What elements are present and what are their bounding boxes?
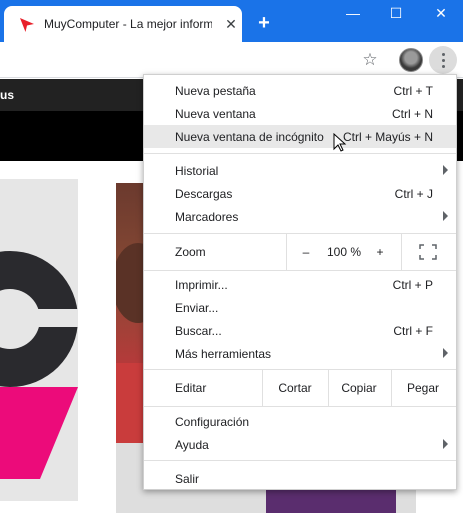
menu-divider [286, 233, 287, 270]
menu-divider [144, 460, 456, 461]
zoom-out-button[interactable]: – [299, 245, 313, 259]
zoom-value: 100 % [326, 245, 362, 259]
menu-item-new-incognito-window[interactable]: Nueva ventana de incógnito Ctrl + Mayús … [144, 125, 456, 148]
menu-divider [144, 369, 456, 370]
chrome-main-menu: Nueva pestaña Ctrl + T Nueva ventana Ctr… [143, 74, 457, 490]
menu-item-help[interactable]: Ayuda [144, 433, 456, 456]
fullscreen-icon[interactable] [419, 244, 437, 260]
menu-divider [391, 369, 392, 406]
profile-avatar[interactable] [399, 48, 423, 72]
menu-divider [144, 153, 456, 154]
menu-divider [262, 369, 263, 406]
site-nav-text[interactable]: us [0, 88, 14, 102]
menu-item-bookmarks[interactable]: Marcadores [144, 205, 456, 228]
copy-button[interactable]: Copiar [328, 381, 390, 395]
tab-title: MuyComputer - La mejor inform [44, 17, 212, 31]
menu-item-new-window[interactable]: Nueva ventana Ctrl + N [144, 102, 456, 125]
submenu-arrow-icon [443, 165, 448, 175]
new-tab-button[interactable]: + [254, 13, 274, 33]
submenu-arrow-icon [443, 348, 448, 358]
tab-close-icon[interactable]: ✕ [223, 16, 239, 32]
menu-item-settings[interactable]: Configuración [144, 410, 456, 433]
submenu-arrow-icon [443, 211, 448, 221]
menu-divider [401, 233, 402, 270]
zoom-label: Zoom [175, 245, 206, 259]
menu-zoom-row: Zoom – 100 % + [144, 239, 456, 264]
menu-divider [328, 369, 329, 406]
minimize-button[interactable]: — [338, 3, 368, 23]
cut-button[interactable]: Cortar [262, 381, 328, 395]
menu-divider [144, 406, 456, 407]
menu-dot-icon [441, 52, 445, 56]
mouse-cursor-icon [333, 133, 347, 152]
title-bar: MuyComputer - La mejor inform ✕ + — ☐ ✕ [0, 0, 463, 42]
bookmark-star-icon[interactable]: ☆ [360, 50, 380, 70]
logo-graphic [0, 251, 78, 479]
close-window-button[interactable]: ✕ [426, 3, 456, 23]
menu-item-send[interactable]: Enviar... [144, 296, 456, 319]
submenu-arrow-icon [443, 439, 448, 449]
menu-item-history[interactable]: Historial [144, 159, 456, 182]
menu-dot-icon [441, 64, 445, 68]
browser-toolbar: ☆ [0, 42, 463, 78]
zoom-in-button[interactable]: + [373, 245, 387, 259]
muycomputer-favicon-icon [20, 18, 34, 32]
menu-item-more-tools[interactable]: Más herramientas [144, 342, 456, 365]
edit-label: Editar [175, 381, 207, 395]
menu-item-find[interactable]: Buscar... Ctrl + F [144, 319, 456, 342]
three-dot-menu-button[interactable] [429, 46, 457, 74]
menu-divider [144, 233, 456, 234]
paste-button[interactable]: Pegar [391, 381, 455, 395]
article-image-left[interactable] [0, 179, 78, 501]
menu-item-exit[interactable]: Salir [144, 467, 456, 490]
menu-item-print[interactable]: Imprimir... Ctrl + P [144, 273, 456, 296]
menu-item-new-tab[interactable]: Nueva pestaña Ctrl + T [144, 79, 456, 102]
browser-tab[interactable]: MuyComputer - La mejor inform ✕ [4, 6, 242, 42]
menu-dot-icon [441, 58, 445, 62]
menu-item-downloads[interactable]: Descargas Ctrl + J [144, 182, 456, 205]
maximize-button[interactable]: ☐ [381, 3, 411, 23]
menu-divider [144, 270, 456, 271]
menu-edit-row: Editar Cortar Copiar Pegar [144, 375, 456, 400]
